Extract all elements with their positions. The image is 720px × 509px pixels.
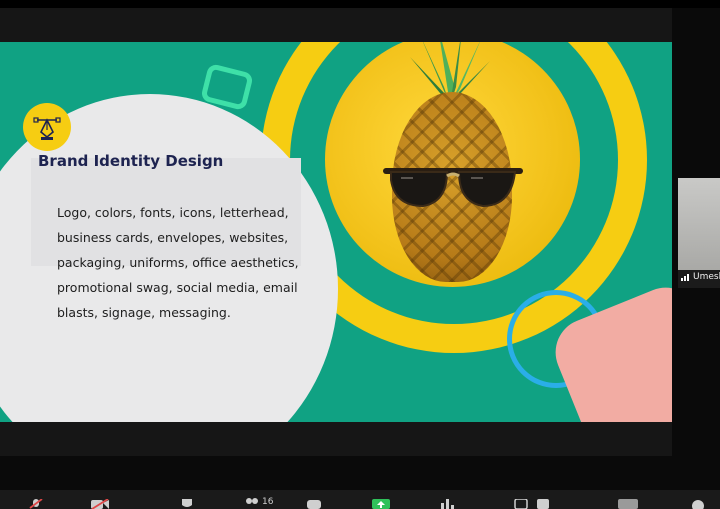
- participant-name: Umesh: [693, 272, 720, 282]
- slide-title: Brand Identity Design: [38, 152, 224, 170]
- participants-icon: [246, 498, 258, 504]
- meeting-window: Brand Identity Design Logo, colors, font…: [0, 0, 720, 509]
- logo-badge: [23, 103, 71, 151]
- share-screen-icon[interactable]: [372, 499, 390, 509]
- top-bar: [0, 0, 720, 8]
- breakout-rooms-icon[interactable]: [536, 499, 550, 509]
- closed-captions-icon[interactable]: [618, 499, 638, 509]
- signal-strength-icon: [681, 273, 689, 281]
- record-icon[interactable]: [514, 498, 528, 509]
- participant-video: [678, 178, 720, 270]
- security-shield-icon[interactable]: [180, 499, 194, 509]
- participants-count: 16: [262, 497, 274, 507]
- polls-icon[interactable]: [440, 499, 454, 509]
- slide-body-text: Logo, colors, fonts, icons, letterhead, …: [57, 205, 299, 320]
- video-off-icon[interactable]: [90, 498, 110, 509]
- microphone-muted-icon[interactable]: [28, 498, 44, 509]
- pen-tool-icon: [33, 117, 61, 140]
- meeting-toolbar: 16: [0, 490, 720, 509]
- participant-video-tile[interactable]: Umesh: [678, 178, 720, 288]
- presentation-slide: Brand Identity Design Logo, colors, font…: [0, 42, 672, 422]
- reactions-icon[interactable]: [690, 499, 706, 509]
- participants-button[interactable]: 16: [244, 497, 276, 508]
- pineapple-photo: [325, 42, 580, 287]
- sunglasses-icon: [383, 168, 523, 208]
- chat-icon[interactable]: [306, 499, 322, 509]
